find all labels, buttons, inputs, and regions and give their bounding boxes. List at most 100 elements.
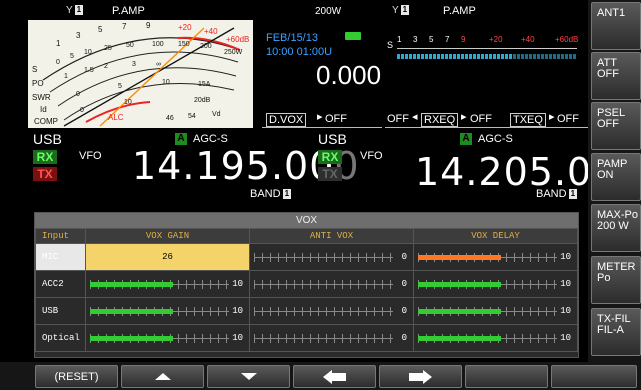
divider: [385, 127, 588, 128]
s-mark: 3: [76, 31, 81, 40]
po-mark: 150: [178, 41, 190, 48]
s-meter-bar-fill: [397, 54, 512, 59]
vd-mark: 46: [166, 115, 174, 122]
vox-gain-cell[interactable]: 26: [85, 243, 250, 271]
right-button[interactable]: [379, 365, 462, 388]
psel-button[interactable]: PSEL OFF: [591, 102, 641, 150]
anti-vox-cell[interactable]: 0: [249, 324, 414, 352]
slider-fill: [418, 336, 502, 341]
comp-mark: 10: [124, 99, 132, 106]
vox-delay-slider[interactable]: [418, 253, 557, 262]
vox-row-mic[interactable]: MIC 26 0 10: [35, 243, 578, 271]
swr-mark: 2: [104, 63, 108, 70]
antenna-number: 1: [74, 5, 84, 16]
s-mark: 5: [98, 25, 103, 34]
ant1-button[interactable]: ANT1: [591, 2, 641, 50]
vox-gain-slider[interactable]: [90, 280, 229, 289]
s-scale-mark: 5: [429, 35, 434, 44]
vox-row-usb[interactable]: USB 10 0 10: [35, 297, 578, 325]
vox-gain-cell[interactable]: 10: [85, 324, 250, 352]
softkey-blank-1[interactable]: [465, 365, 548, 388]
anti-vox-cell[interactable]: 0: [249, 297, 414, 325]
divider: [262, 127, 382, 128]
vox-delay-value: 10: [560, 306, 571, 316]
anti-vox-value: 0: [401, 252, 407, 262]
vox-delay-slider[interactable]: [418, 280, 557, 289]
vox-delay-cell[interactable]: 10: [413, 324, 578, 352]
meter-label: Id: [40, 105, 47, 114]
anti-vox-slider[interactable]: [254, 307, 393, 316]
vox-delay-slider[interactable]: [418, 307, 557, 316]
max-po-button[interactable]: MAX-Po 200 W: [591, 204, 641, 252]
vox-delay-cell[interactable]: 10: [413, 243, 578, 271]
s-mark: +20: [178, 23, 192, 32]
agc-indicator-right: A: [460, 133, 472, 145]
vox-delay-slider[interactable]: [418, 334, 557, 343]
input-name[interactable]: USB: [35, 297, 86, 325]
slider-track: [254, 311, 393, 312]
alc-label: ALC: [108, 113, 124, 122]
id-mark: 5: [118, 83, 122, 90]
anti-vox-slider[interactable]: [254, 334, 393, 343]
vox-gain-slider[interactable]: [90, 334, 229, 343]
slider-track: [254, 284, 393, 285]
input-name[interactable]: Optical: [35, 324, 86, 352]
reset-button[interactable]: (RESET): [35, 365, 118, 388]
s-scale-mark: +20: [489, 35, 503, 44]
band-text: BAND: [536, 188, 567, 200]
softkey-blank-2[interactable]: [551, 365, 637, 388]
left-arrow-icon: [323, 369, 346, 384]
comp-mark: 0: [80, 107, 84, 114]
po-mark: 100: [152, 41, 164, 48]
tx-indicator-left: TX: [33, 167, 57, 181]
reset-label: (RESET): [54, 370, 99, 383]
swr-mark: 1: [64, 73, 68, 80]
po-mark: 5: [70, 53, 74, 60]
time-display: 10:00 01:00U: [266, 46, 333, 58]
rxeq-state: OFF: [470, 113, 492, 125]
vox-gain-cell[interactable]: 10: [85, 270, 250, 298]
vox-table-header: Input VOX GAIN ANTI VOX VOX DELAY: [35, 228, 578, 244]
header-vox-delay: VOX DELAY: [413, 228, 578, 244]
meter-button[interactable]: METER Po: [591, 256, 641, 304]
vox-gain-slider[interactable]: [90, 307, 229, 316]
antenna-icon: Y: [392, 5, 399, 16]
swr-mark: ∞: [156, 61, 161, 68]
rxeq-arrow-right-icon: ▸: [461, 111, 467, 123]
meter-scale: SPOSWRIdCOMP135 7 9 +20 +40+60dB051025 50 100 1…: [28, 20, 253, 128]
vox-gain-cell[interactable]: 10: [85, 297, 250, 325]
down-button[interactable]: [207, 365, 290, 388]
dvox-state: OFF: [325, 113, 347, 125]
anti-vox-slider[interactable]: [254, 253, 393, 262]
s-scale-mark: 3: [413, 35, 418, 44]
vox-delay-cell[interactable]: 10: [413, 270, 578, 298]
anti-vox-cell[interactable]: 0: [249, 243, 414, 271]
vox-row-optical[interactable]: Optical 10 0 10: [35, 324, 578, 352]
pamp-button[interactable]: PAMP ON: [591, 153, 641, 201]
header-input: Input: [35, 228, 86, 244]
s-meter-scale: 1 3 5 7 9 +20 +40 +60dB: [397, 35, 578, 49]
input-name[interactable]: ACC2: [35, 270, 86, 298]
mode-right: USB: [318, 131, 347, 147]
antenna-number: 1: [400, 5, 410, 16]
anti-vox-value: 0: [401, 306, 407, 316]
band-number: 1: [282, 189, 292, 200]
po-mark: 0: [56, 59, 60, 66]
anti-vox-slider[interactable]: [254, 280, 393, 289]
input-name[interactable]: MIC: [35, 243, 86, 271]
header-vox-gain: VOX GAIN: [85, 228, 250, 244]
left-button[interactable]: [293, 365, 376, 388]
anti-vox-cell[interactable]: 0: [249, 270, 414, 298]
tx-fil-button[interactable]: TX-FIL FIL-A: [591, 308, 641, 356]
vox-delay-cell[interactable]: 10: [413, 297, 578, 325]
s-mark: +40: [204, 27, 218, 36]
att-button[interactable]: ATT OFF: [591, 52, 641, 100]
po-mark: 25: [104, 45, 112, 52]
vox-row-acc2[interactable]: ACC2 10 0 10: [35, 270, 578, 298]
vd-mark: 54: [188, 113, 196, 120]
up-button[interactable]: [121, 365, 204, 388]
vfo-label-left: VFO: [79, 150, 102, 162]
id-mark: 10: [162, 79, 170, 86]
vox-panel-title: VOX: [35, 213, 578, 228]
slider-fill: [90, 309, 174, 314]
